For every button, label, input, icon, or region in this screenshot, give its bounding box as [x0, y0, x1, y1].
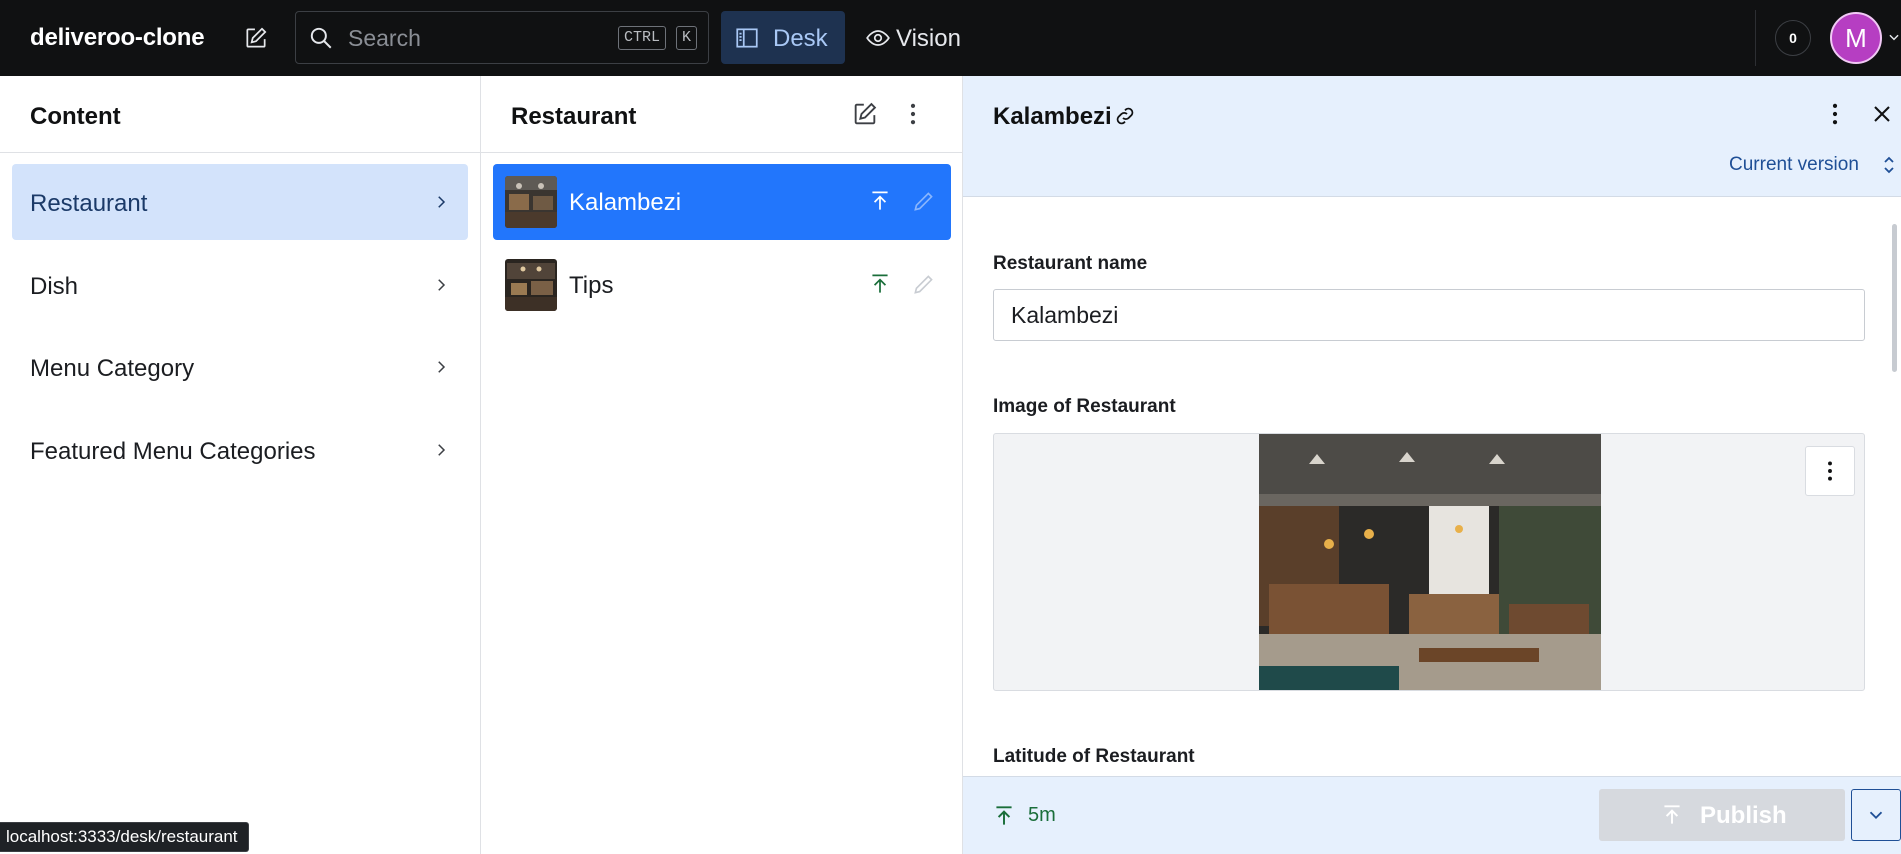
- close-icon[interactable]: [1868, 100, 1896, 128]
- content-pane-header: Content: [0, 76, 480, 153]
- content-item-label: Menu Category: [30, 355, 195, 382]
- publish-button[interactable]: Publish: [1599, 789, 1845, 841]
- document-title: Kalambezi: [569, 189, 682, 216]
- shortcut-k-key: K: [676, 26, 698, 50]
- image-field[interactable]: [993, 433, 1865, 691]
- restaurant-photo: [1259, 434, 1601, 690]
- desk-icon: [736, 28, 758, 48]
- publish-icon: [1664, 805, 1680, 824]
- publish-options-button[interactable]: [1851, 789, 1901, 841]
- more-vertical-icon[interactable]: [899, 100, 927, 128]
- compose-icon: [246, 27, 267, 48]
- chevron-right-icon: [438, 196, 446, 208]
- chevron-right-icon: [438, 279, 446, 291]
- document-scrollbar[interactable]: [1892, 224, 1897, 372]
- published-icon: [996, 806, 1012, 825]
- list-pane-header: Restaurant: [481, 76, 962, 153]
- navbar-divider: [1755, 10, 1756, 66]
- chevron-down-icon[interactable]: [1887, 30, 1901, 44]
- document-list-pane: Restaurant Kalambezi Tips: [481, 76, 963, 854]
- user-avatar[interactable]: M: [1830, 12, 1882, 64]
- top-navbar: deliveroo-clone CTRL K Desk Vision 0 M: [0, 0, 1901, 76]
- document-title: Tips: [569, 272, 614, 299]
- content-item-label: Restaurant: [30, 190, 148, 217]
- shortcut-ctrl-key: CTRL: [618, 26, 667, 50]
- search-input[interactable]: [348, 22, 598, 54]
- document-header: Kalambezi Current version: [963, 76, 1901, 197]
- edit-pencil-icon: [914, 192, 933, 211]
- version-selector[interactable]: Current version: [1729, 154, 1859, 176]
- document-thumbnail: [505, 259, 557, 311]
- content-pane: Content Restaurant Dish Menu Category Fe…: [0, 76, 481, 854]
- field-label-latitude: Latitude of Restaurant: [993, 746, 1195, 767]
- search-box[interactable]: CTRL K: [295, 11, 709, 64]
- content-item-label: Featured Menu Categories: [30, 438, 316, 465]
- tool-vision-label: Vision: [896, 25, 961, 52]
- search-icon: [310, 27, 332, 49]
- published-icon: [872, 274, 888, 293]
- publish-label: Publish: [1700, 802, 1787, 829]
- eye-icon: [866, 30, 890, 46]
- content-item-label: Dish: [30, 273, 79, 300]
- list-pane-title: Restaurant: [511, 103, 637, 130]
- field-label-image: Image of Restaurant: [993, 396, 1176, 417]
- more-vertical-icon: [1828, 461, 1832, 481]
- notification-badge[interactable]: 0: [1775, 20, 1811, 56]
- tool-vision-button[interactable]: Vision: [860, 11, 984, 64]
- content-item-featured-menu-categories[interactable]: Featured Menu Categories: [12, 412, 468, 488]
- chevron-down-icon: [1869, 811, 1883, 820]
- field-label-restaurant-name: Restaurant name: [993, 253, 1148, 274]
- tool-desk-label: Desk: [773, 25, 828, 52]
- more-vertical-icon[interactable]: [1821, 100, 1849, 128]
- content-pane-title: Content: [30, 103, 121, 130]
- chevron-up-down-icon[interactable]: [1881, 153, 1897, 177]
- image-options-button[interactable]: [1805, 446, 1855, 496]
- restaurant-name-input[interactable]: Kalambezi: [993, 289, 1865, 341]
- new-document-button[interactable]: [240, 22, 272, 54]
- document-footer: 5m Publish: [963, 776, 1901, 854]
- last-published-time[interactable]: 5m: [1028, 804, 1056, 827]
- status-bar-url: localhost:3333/desk/restaurant: [0, 822, 249, 852]
- document-item-tips[interactable]: Tips: [493, 247, 951, 323]
- published-icon: [872, 191, 888, 210]
- document-thumbnail: [505, 176, 557, 228]
- brand-name[interactable]: deliveroo-clone: [30, 24, 205, 52]
- edit-pencil-icon: [914, 275, 933, 294]
- link-icon[interactable]: [1113, 104, 1137, 128]
- document-item-kalambezi[interactable]: Kalambezi: [493, 164, 951, 240]
- document-title: Kalambezi: [993, 103, 1112, 130]
- content-item-dish[interactable]: Dish: [12, 247, 468, 323]
- compose-icon[interactable]: [851, 100, 879, 128]
- document-editor-pane: Kalambezi Current version Restaurant nam…: [963, 76, 1901, 854]
- chevron-right-icon: [438, 361, 446, 373]
- chevron-right-icon: [438, 444, 446, 456]
- tool-desk-button[interactable]: Desk: [721, 11, 845, 64]
- content-item-menu-category[interactable]: Menu Category: [12, 329, 468, 405]
- content-item-restaurant[interactable]: Restaurant: [12, 164, 468, 240]
